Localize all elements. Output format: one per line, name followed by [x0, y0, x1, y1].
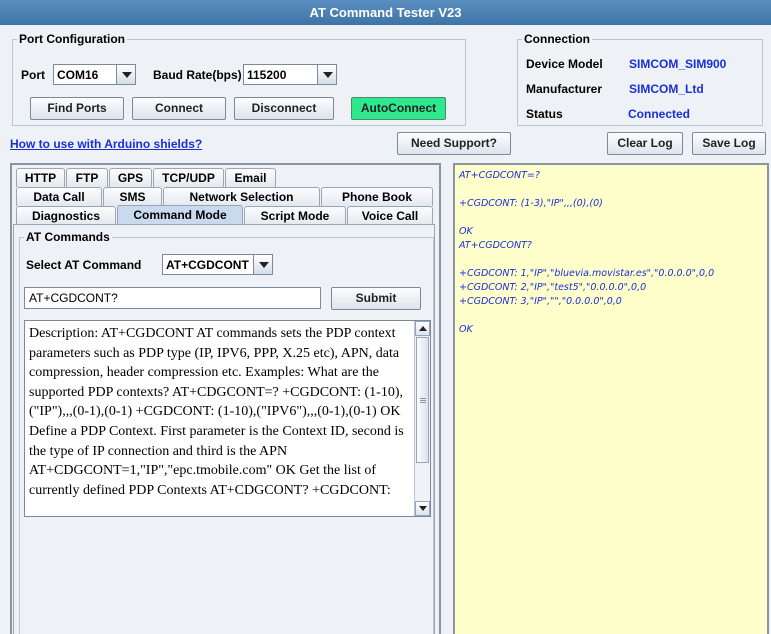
- baud-rate-label: Baud Rate(bps): [153, 68, 242, 82]
- tab-script-mode[interactable]: Script Mode: [244, 206, 346, 225]
- save-log-button[interactable]: Save Log: [692, 132, 766, 155]
- disconnect-button[interactable]: Disconnect: [234, 97, 334, 120]
- tab-voice-call[interactable]: Voice Call: [347, 206, 433, 225]
- need-support-button[interactable]: Need Support?: [397, 132, 511, 155]
- baud-rate-select[interactable]: 115200: [243, 64, 337, 85]
- log-line: +CGDCONT: 3,"IP","","0.0.0.0",0,0: [459, 296, 622, 307]
- clear-log-button[interactable]: Clear Log: [607, 132, 683, 155]
- command-description: Description: AT+CGDCONT AT commands sets…: [29, 326, 404, 498]
- scroll-down-icon[interactable]: [415, 501, 430, 516]
- chevron-down-icon[interactable]: [116, 65, 135, 84]
- tab-command-mode[interactable]: Command Mode: [117, 205, 243, 225]
- port-label: Port: [21, 68, 45, 82]
- port-select-value: COM16: [57, 68, 99, 82]
- log-line: +CGDCONT: 1,"IP","bluevia.movistar.es","…: [459, 268, 715, 279]
- tab-network-selection[interactable]: Network Selection: [163, 187, 320, 206]
- port-select[interactable]: COM16: [53, 64, 136, 85]
- manufacturer-label: Manufacturer: [526, 82, 603, 96]
- log-line: +CGDCONT: (1-3),"IP",,,(0),(0): [459, 198, 603, 209]
- scroll-up-icon[interactable]: [415, 321, 430, 336]
- tab-diagnostics[interactable]: Diagnostics: [16, 206, 116, 225]
- chevron-down-icon[interactable]: [317, 65, 336, 84]
- manufacturer-value: SIMCOM_Ltd: [629, 82, 704, 96]
- tab-gps[interactable]: GPS: [109, 168, 152, 187]
- tab-ftp[interactable]: FTP: [66, 168, 108, 187]
- submit-button[interactable]: Submit: [331, 287, 421, 310]
- baud-rate-select-value: 115200: [247, 68, 287, 82]
- connect-button[interactable]: Connect: [132, 97, 226, 120]
- connection-title: Connection: [522, 32, 592, 46]
- description-scrollbar[interactable]: [414, 321, 430, 516]
- at-commands-title: AT Commands: [24, 230, 112, 244]
- chevron-down-icon[interactable]: [253, 255, 272, 274]
- find-ports-button[interactable]: Find Ports: [30, 97, 124, 120]
- command-input[interactable]: AT+CGDCONT?: [24, 287, 321, 309]
- tab-http[interactable]: HTTP: [16, 168, 65, 187]
- status-label: Status: [526, 107, 563, 121]
- log-line: OK: [459, 324, 473, 335]
- status-value: Connected: [628, 107, 691, 121]
- log-line: AT+CGDCONT=?: [459, 170, 540, 181]
- grip-icon: [420, 398, 426, 403]
- at-command-select[interactable]: AT+CGDCONT: [162, 254, 273, 275]
- tab-tcp-udp[interactable]: TCP/UDP: [153, 168, 224, 187]
- device-model-label: Device Model: [526, 57, 603, 71]
- log-panel[interactable]: AT+CGDCONT=? +CGDCONT: (1-3),"IP",,,(0),(…: [453, 163, 769, 634]
- tab-email[interactable]: Email: [225, 168, 276, 187]
- description-box[interactable]: Description: AT+CGDCONT AT commands sets…: [24, 320, 431, 517]
- window-title: AT Command Tester V23: [0, 0, 771, 25]
- tab-sms[interactable]: SMS: [103, 187, 162, 206]
- log-line: OK: [459, 226, 473, 237]
- log-line: AT+CGDCONT?: [459, 240, 532, 251]
- arduino-help-link[interactable]: How to use with Arduino shields?: [10, 137, 202, 151]
- log-line: +CGDCONT: 2,"IP","test5","0.0.0.0",0,0: [459, 282, 647, 293]
- device-model-value: SIMCOM_SIM900: [629, 57, 727, 71]
- tab-phone-book[interactable]: Phone Book: [321, 187, 433, 206]
- autoconnect-button[interactable]: AutoConnect: [351, 97, 446, 120]
- port-configuration-title: Port Configuration: [17, 32, 127, 46]
- at-command-select-value: AT+CGDCONT: [166, 258, 249, 272]
- tab-data-call[interactable]: Data Call: [16, 187, 102, 206]
- scroll-thumb[interactable]: [416, 337, 429, 463]
- select-at-command-label: Select AT Command: [26, 258, 142, 272]
